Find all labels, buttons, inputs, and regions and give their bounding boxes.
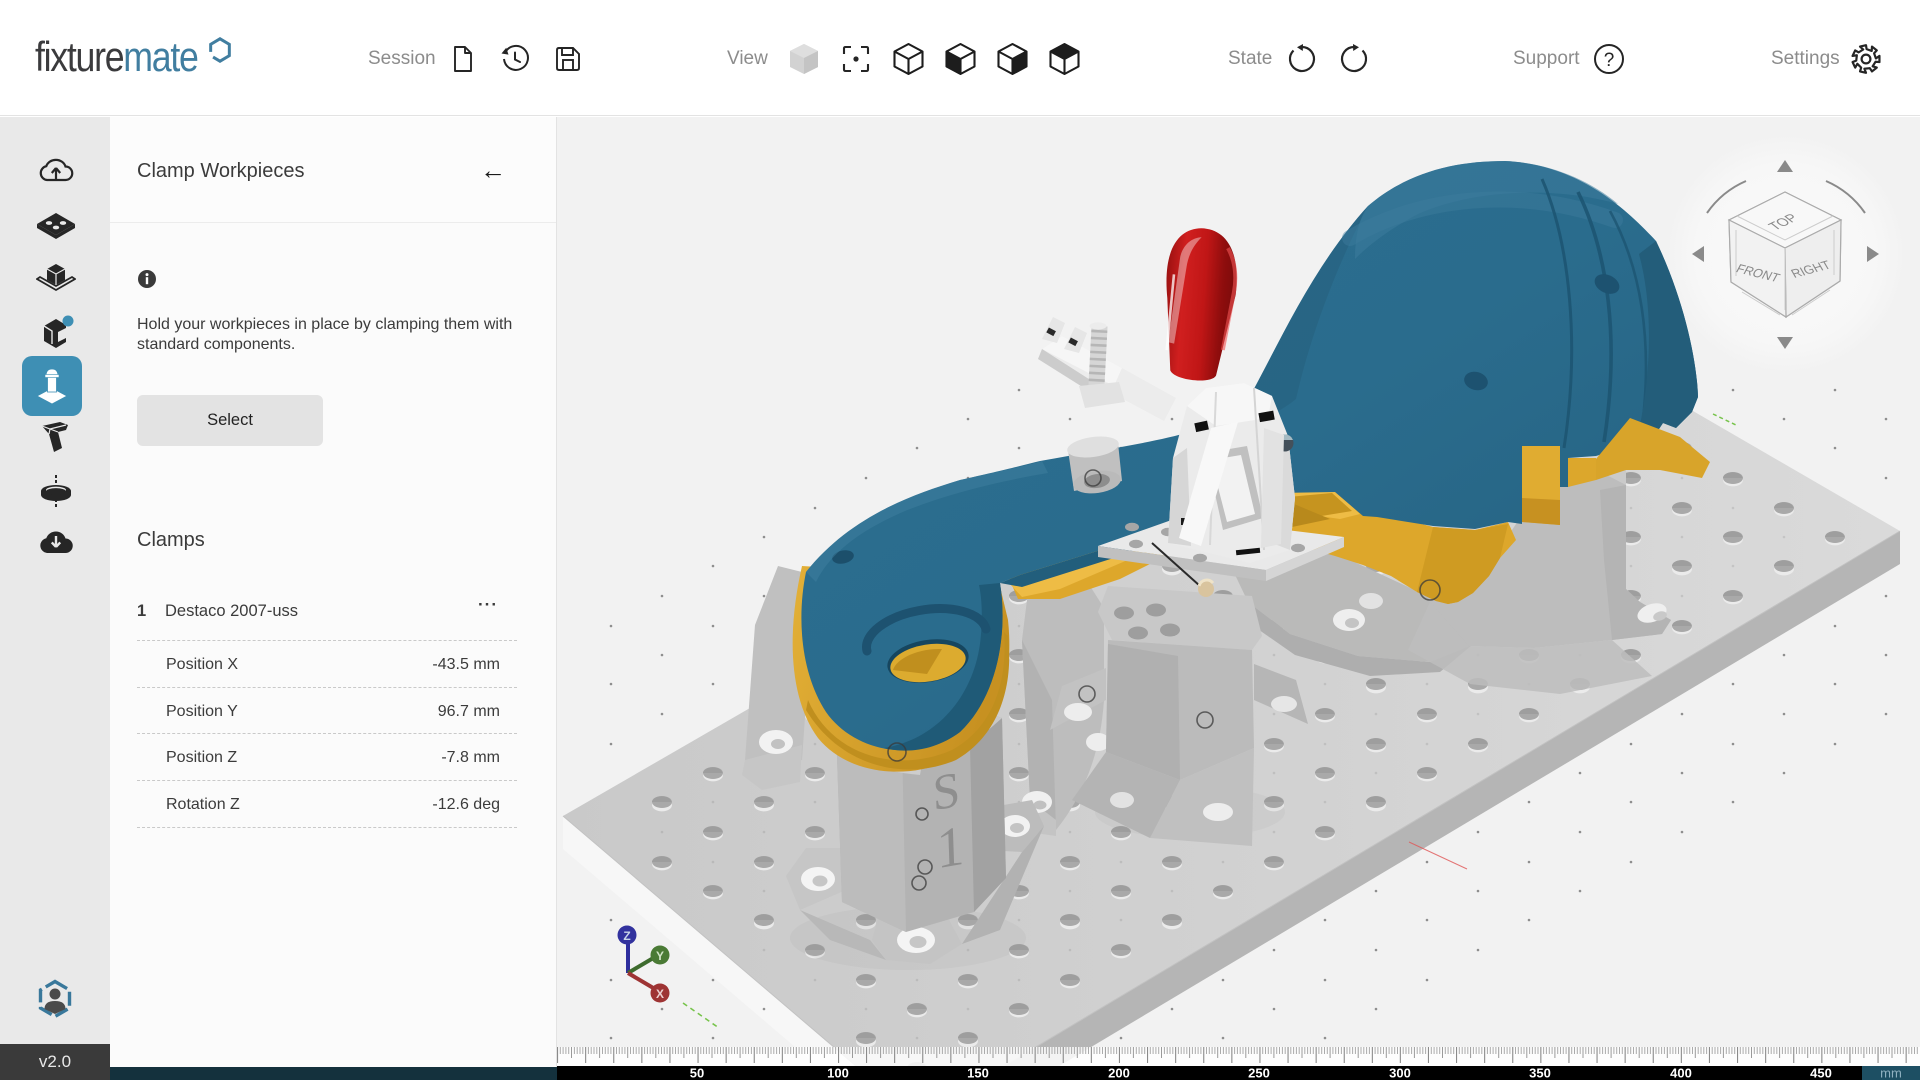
svg-text:200: 200 [1108,1066,1130,1080]
svg-text:150: 150 [967,1066,989,1080]
svg-text:?: ? [1604,50,1615,71]
svg-text:S: S [932,760,961,821]
svg-text:100: 100 [827,1066,849,1080]
svg-text:400: 400 [1670,1066,1692,1080]
svg-text:300: 300 [1389,1066,1411,1080]
svg-text:mm: mm [1880,1066,1902,1080]
svg-text:X: X [656,987,664,1001]
svg-text:350: 350 [1529,1066,1551,1080]
svg-text:1: 1 [935,814,965,881]
svg-text:50: 50 [690,1066,704,1080]
svg-text:Z: Z [623,929,630,943]
svg-text:250: 250 [1248,1066,1270,1080]
svg-text:Y: Y [656,949,664,963]
svg-text:450: 450 [1810,1066,1832,1080]
